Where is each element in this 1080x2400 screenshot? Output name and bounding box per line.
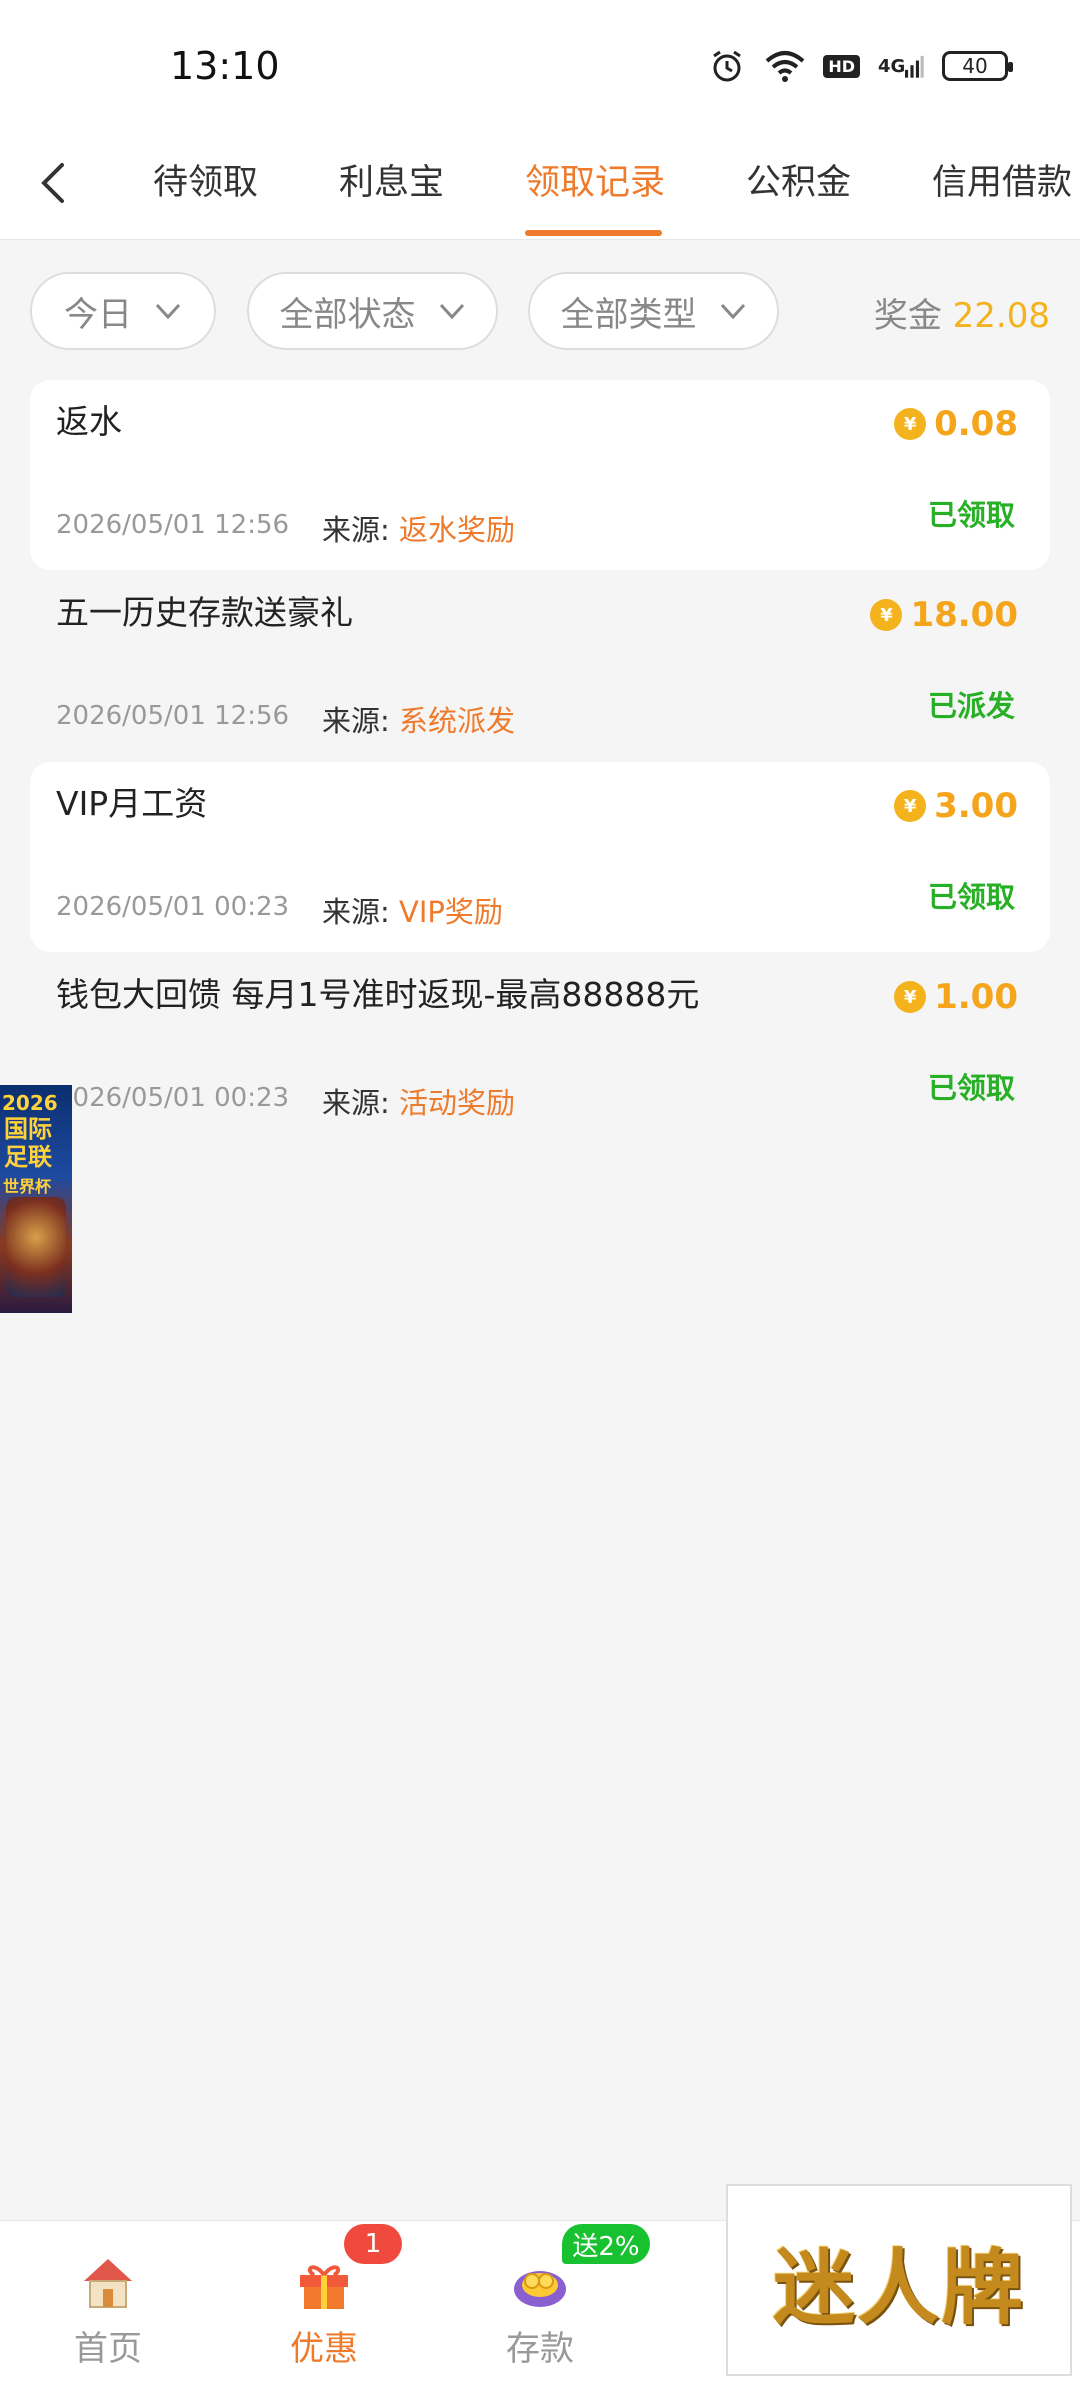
record-source-label: 来源: [322,895,390,929]
record-item[interactable]: VIP月工资 ¥ 3.00 已领取 2026/05/01 00:23 来源: V… [30,762,1050,952]
nav-deposit-label: 存款 [506,2329,574,2369]
gift-icon [300,2265,348,2309]
type-filter-label: 全部类型 [560,294,697,335]
type-filter-dropdown[interactable]: 全部类型 [528,272,779,350]
date-filter-label: 今日 [64,294,132,335]
coin-icon: ¥ [894,408,927,440]
coin-icon: ¥ [894,790,927,822]
active-tab-indicator [525,230,662,236]
record-source: 来源: 活动奖励 [322,1080,515,1122]
record-source-label: 来源: [322,513,390,547]
record-item[interactable]: 返水 ¥ 0.08 已领取 2026/05/01 12:56 来源: 返水奖励 [30,380,1050,570]
record-source-value: 系统派发 [399,704,516,738]
coin-icon: ¥ [894,981,927,1013]
ad-logo-text: 迷人牌 [772,2239,1025,2336]
record-title: 返水 [56,402,122,441]
record-amount: ¥ 1.00 [894,977,1018,1017]
record-status: 已领取 [927,880,1015,914]
chevron-down-icon [720,303,745,320]
tab-interest[interactable]: 利息宝 [339,154,444,205]
record-date: 2026/05/01 00:23 [56,892,290,922]
nav-promotions[interactable]: 优惠 [264,2251,384,2370]
battery-icon: 40 [942,51,1013,81]
record-amount-value: 0.08 [934,404,1018,444]
record-amount: ¥ 18.00 [870,595,1018,635]
record-source-value: 活动奖励 [399,1086,516,1120]
record-item[interactable]: 五一历史存款送豪礼 ¥ 18.00 已派发 2026/05/01 12:56 来… [30,571,1050,761]
top-tab-bar: 待领取 利息宝 领取记录 公积金 信用借款 [0,130,1080,240]
tab-pending[interactable]: 待领取 [153,154,258,205]
tab-provident-fund[interactable]: 公积金 [746,154,851,205]
record-title: 钱包大回馈 每月1号准时返现-最高88888元 [56,975,700,1014]
chevron-down-icon [439,303,464,320]
ad-overlay-logo[interactable]: 迷人牌 [726,2184,1072,2376]
record-source-label: 来源: [322,704,390,738]
floating-promo-banner[interactable]: 2026 国际足联 世界杯 [0,1085,72,1313]
record-amount: ¥ 0.08 [894,404,1018,444]
deposit-bonus-badge: 送2% [562,2224,650,2264]
record-source: 来源: 系统派发 [322,698,515,740]
banner-title: 国际足联 [4,1115,52,1171]
banner-year: 2026 [2,1091,58,1115]
record-status: 已领取 [927,498,1015,532]
record-source: 来源: VIP奖励 [322,889,503,931]
status-time: 13:10 [170,44,280,88]
record-date: 2026/05/01 00:23 [56,1083,290,1113]
nav-home[interactable]: 首页 [48,2251,168,2370]
record-title: VIP月工资 [56,784,208,823]
record-date: 2026/05/01 12:56 [56,510,290,540]
chevron-left-icon [41,163,64,203]
filter-bar: 今日 全部状态 全部类型 奖金 22.08 [0,240,1080,380]
status-filter-label: 全部状态 [279,294,416,335]
bonus-total: 奖金 22.08 [874,288,1050,337]
banner-artwork [6,1197,66,1297]
hd-icon: HD [823,54,860,78]
status-bar: 13:10 HD 4G 40 [0,0,1080,130]
chevron-down-icon [155,303,181,320]
nav-promotions-label: 优惠 [290,2329,358,2369]
nav-home-label: 首页 [74,2329,142,2369]
network-label: 4G [878,55,906,77]
back-button[interactable] [28,148,78,218]
record-status: 已派发 [927,689,1015,723]
record-source: 来源: 返水奖励 [322,507,515,549]
house-icon [84,2259,132,2308]
record-amount-value: 18.00 [910,595,1018,635]
record-item[interactable]: 钱包大回馈 每月1号准时返现-最高88888元 ¥ 1.00 已领取 2026/… [30,953,1050,1143]
bonus-label: 奖金 [873,296,942,336]
coin-icon: ¥ [870,599,903,631]
record-source-label: 来源: [322,1086,390,1120]
tab-credit-loan[interactable]: 信用借款 [932,154,1072,205]
alarm-icon [707,46,747,86]
record-status: 已领取 [927,1071,1015,1105]
status-icons: HD 4G 40 [707,46,1013,86]
signal-icon: 4G [878,46,924,86]
bonus-value: 22.08 [952,296,1050,336]
record-date: 2026/05/01 12:56 [56,701,290,731]
record-source-value: VIP奖励 [399,895,503,929]
record-amount: ¥ 3.00 [894,786,1018,826]
promotions-count-badge: 1 [344,2224,402,2264]
record-source-value: 返水奖励 [399,513,516,547]
nav-deposit[interactable]: 存款 [480,2251,600,2370]
record-amount-value: 3.00 [934,786,1018,826]
record-amount-value: 1.00 [934,977,1018,1017]
date-filter-dropdown[interactable]: 今日 [30,272,216,350]
status-filter-dropdown[interactable]: 全部状态 [247,272,498,350]
tab-claim-records[interactable]: 领取记录 [525,154,665,205]
record-title: 五一历史存款送豪礼 [56,593,353,632]
wifi-icon [765,46,805,86]
banner-subtitle: 世界杯 [3,1177,52,1196]
